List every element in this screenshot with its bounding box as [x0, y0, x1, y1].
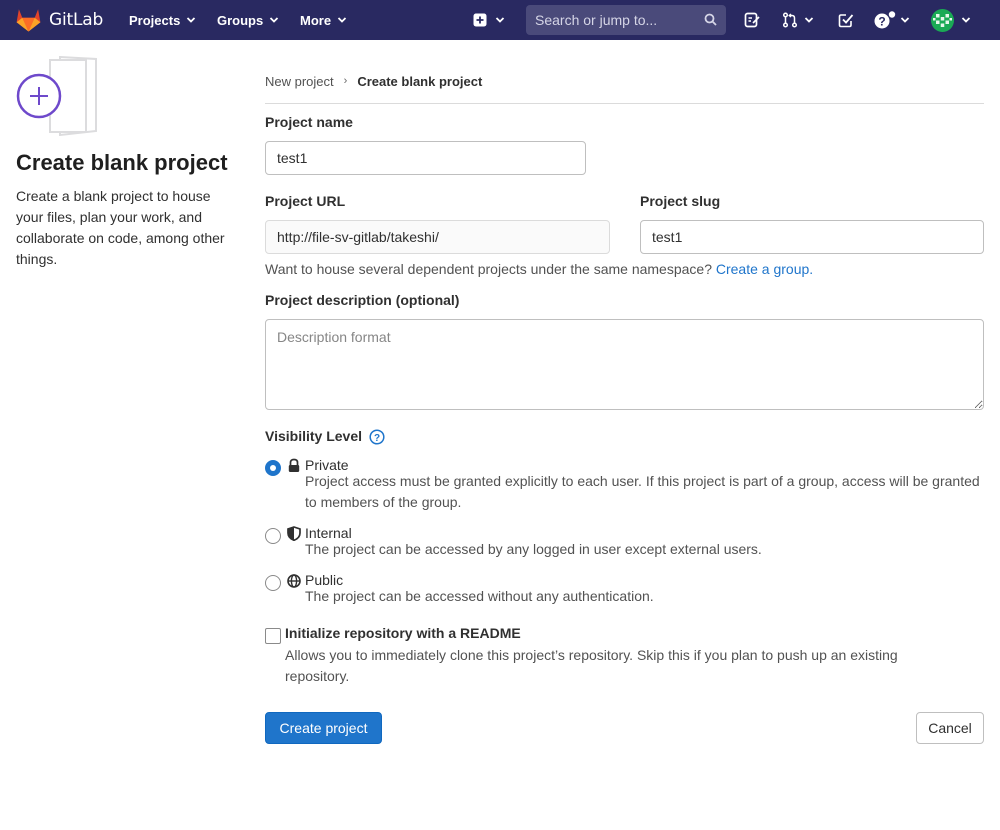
todo-icon — [838, 14, 854, 28]
search-icon — [704, 13, 717, 26]
chevron-down-icon — [187, 17, 196, 23]
project-name-label: Project name — [265, 114, 353, 130]
visibility-private-radio[interactable] — [265, 460, 281, 476]
page-title: Create blank project — [16, 150, 228, 175]
more-menu[interactable]: More — [300, 0, 347, 40]
groups-menu[interactable]: Groups — [217, 0, 279, 40]
help-button[interactable]: ? — [874, 0, 910, 40]
breadcrumb-divider — [265, 103, 984, 104]
chevron-down-icon — [337, 17, 347, 23]
projects-menu[interactable]: Projects — [129, 0, 196, 40]
breadcrumb-current: Create blank project — [357, 73, 483, 89]
create-group-link[interactable]: Create a group. — [716, 261, 813, 277]
page-description: Create a blank project to house your fil… — [16, 188, 225, 267]
new-dropdown-button[interactable] — [473, 0, 505, 40]
project-slug-label: Project slug — [640, 193, 721, 209]
issues-button[interactable] — [744, 0, 760, 40]
breadcrumb: New project › Create blank project — [265, 72, 482, 90]
initialize-readme-description: Allows you to immediately clone this pro… — [285, 647, 898, 684]
initialize-readme-checkbox[interactable] — [265, 628, 281, 644]
user-menu[interactable] — [931, 0, 971, 40]
chevron-right-icon: › — [343, 75, 348, 87]
brand-name: GitLab — [49, 10, 104, 30]
chevron-down-icon — [495, 17, 505, 23]
merge-request-icon — [782, 12, 798, 28]
breadcrumb-new-project[interactable]: New project — [265, 74, 334, 89]
initialize-readme-label: Initialize repository with a README — [285, 625, 521, 641]
project-url-input[interactable] — [265, 220, 610, 254]
globe-icon — [287, 574, 301, 588]
visibility-private-description: Project access must be granted explicitl… — [305, 473, 980, 510]
more-menu-label: More — [300, 12, 332, 28]
cancel-button[interactable]: Cancel — [916, 712, 984, 744]
lock-icon — [288, 458, 300, 472]
project-url-label: Project URL — [265, 193, 346, 209]
project-description-label: Project description (optional) — [265, 292, 460, 308]
blank-project-illustration — [16, 56, 97, 136]
visibility-public-radio[interactable] — [265, 575, 281, 591]
chevron-down-icon — [961, 17, 971, 23]
visibility-level-label: Visibility Level — [265, 428, 363, 444]
create-project-button[interactable]: Create project — [265, 712, 382, 744]
search-box[interactable] — [526, 5, 726, 35]
chevron-down-icon — [804, 17, 814, 23]
svg-text:?: ? — [878, 15, 885, 29]
gitlab-tanuki-icon — [16, 9, 41, 32]
top-navbar: GitLab Projects Groups More ? — [0, 0, 1000, 40]
gitlab-logo[interactable]: GitLab — [16, 8, 103, 32]
namespace-help-text: Want to house several dependent projects… — [265, 261, 813, 277]
issues-icon — [744, 12, 760, 28]
projects-menu-label: Projects — [129, 12, 181, 28]
visibility-internal-description: The project can be accessed by any logge… — [305, 541, 762, 557]
avatar — [931, 8, 954, 32]
plus-square-icon — [473, 13, 487, 27]
project-description-textarea[interactable] — [265, 319, 984, 410]
shield-icon — [287, 526, 301, 541]
todos-button[interactable] — [838, 0, 854, 40]
help-icon: ? — [874, 11, 896, 29]
project-slug-input[interactable] — [640, 220, 984, 254]
search-input[interactable] — [535, 12, 695, 28]
svg-text:?: ? — [374, 433, 380, 444]
chevron-down-icon — [900, 17, 910, 23]
visibility-internal-radio[interactable] — [265, 528, 281, 544]
visibility-public-description: The project can be accessed without any … — [305, 588, 654, 604]
chevron-down-icon — [270, 17, 279, 23]
merge-requests-button[interactable] — [782, 0, 814, 40]
groups-menu-label: Groups — [217, 12, 264, 28]
project-name-input[interactable] — [265, 141, 586, 175]
question-circle-icon[interactable]: ? — [369, 429, 385, 445]
namespace-help-label: Want to house several dependent projects… — [265, 261, 712, 277]
